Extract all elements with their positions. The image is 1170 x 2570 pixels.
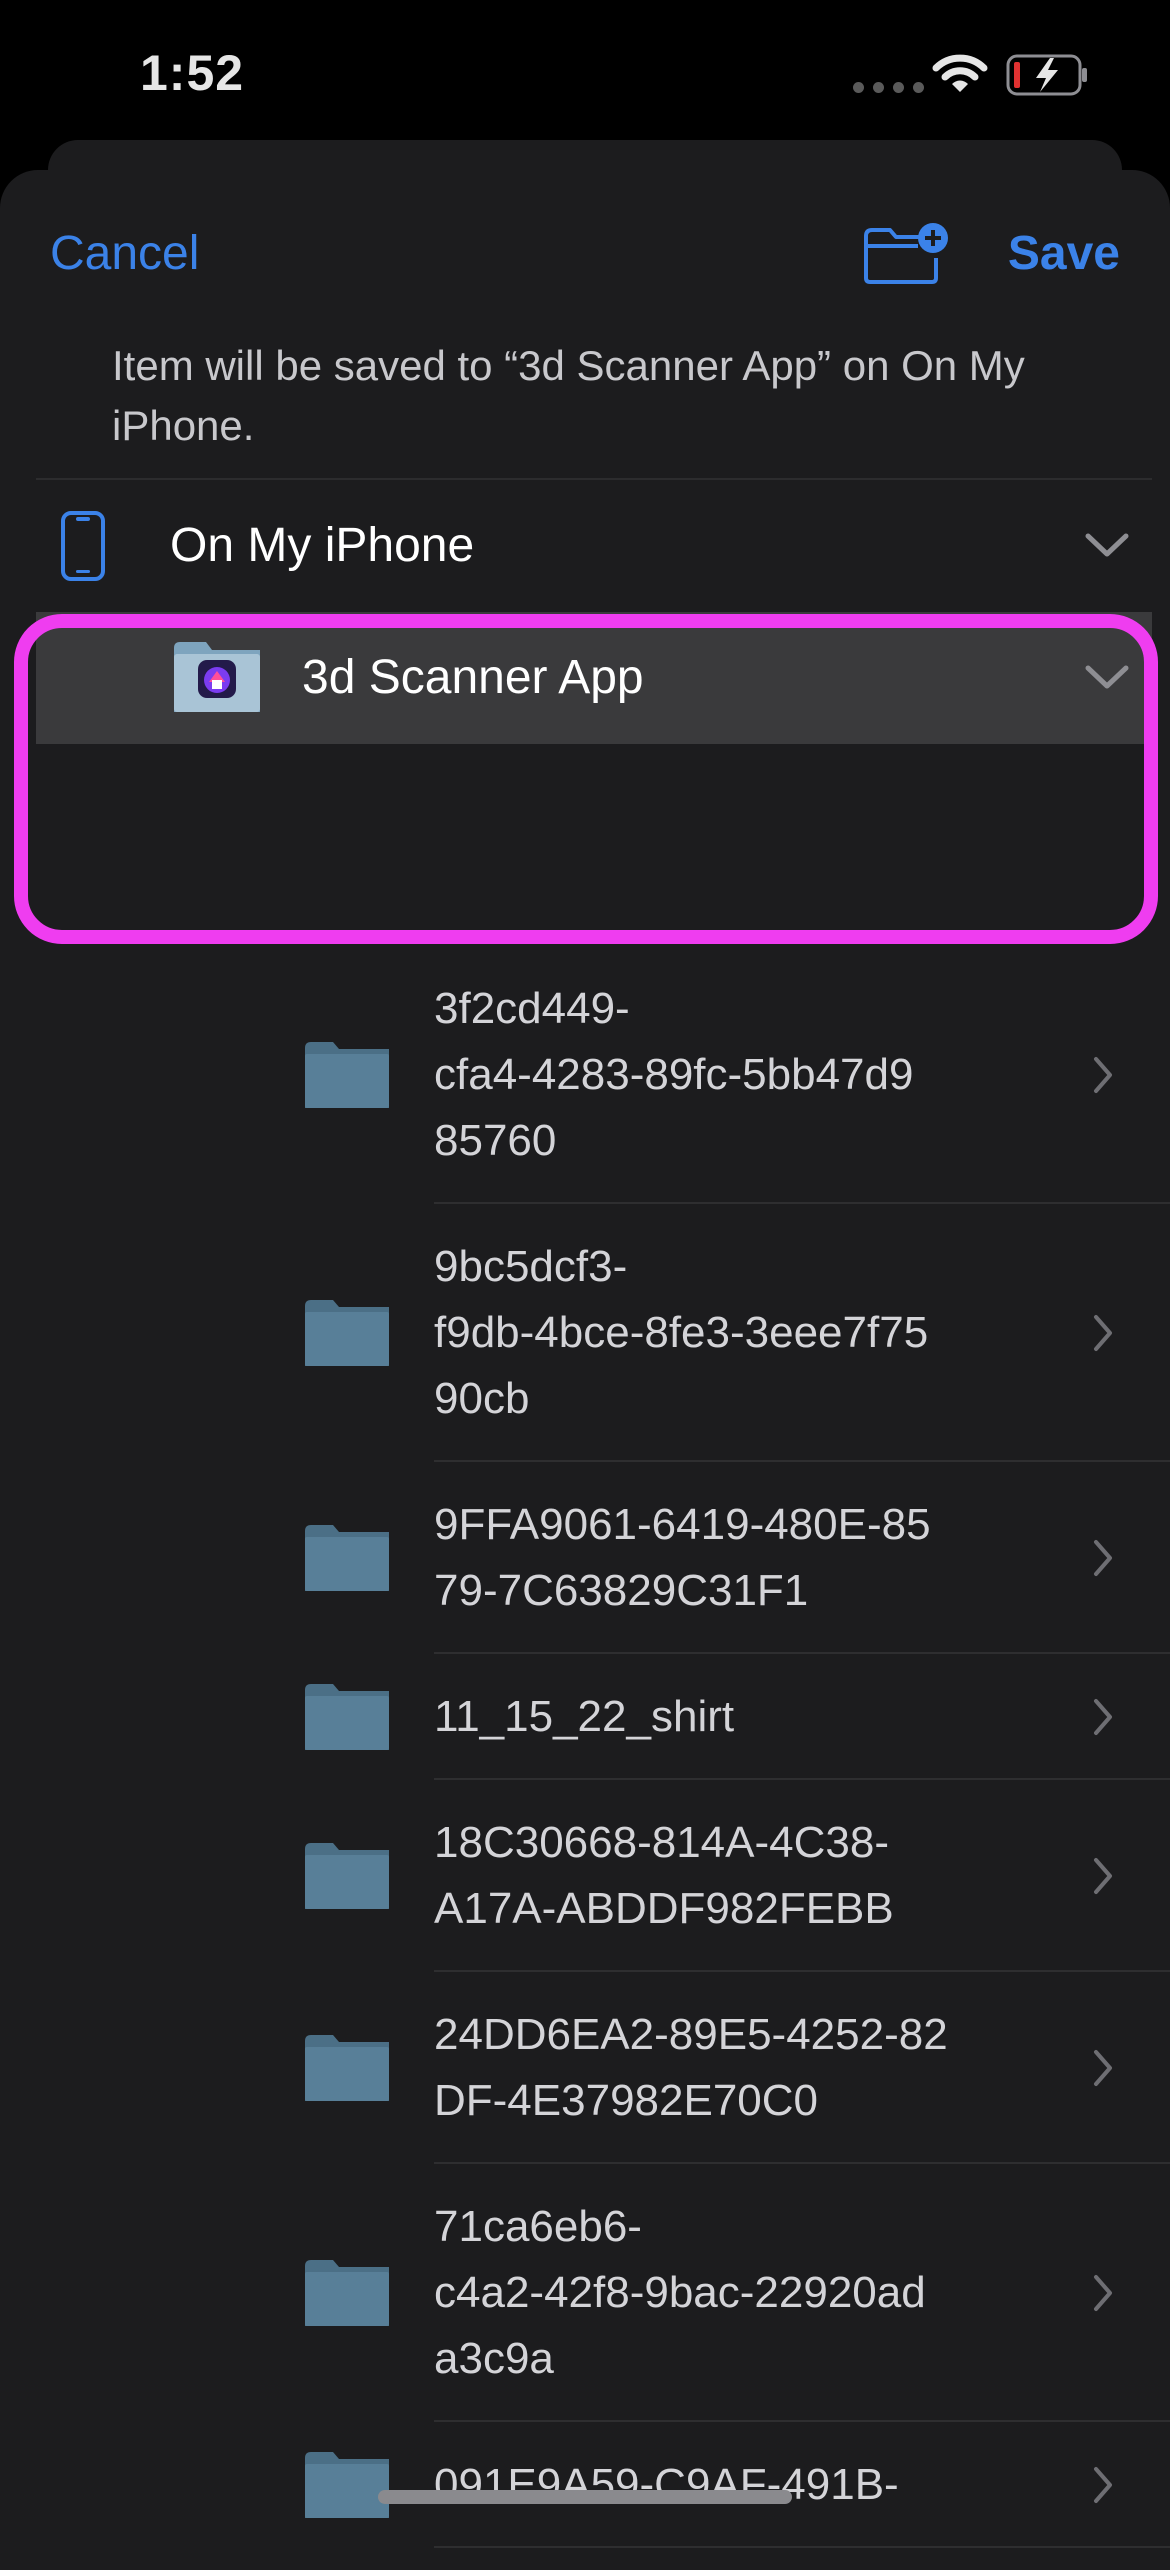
wifi-icon [932, 54, 988, 92]
folder-name: 9bc5dcf3- f9db-4bce-8fe3-3eee7f75 90cb [434, 1234, 1064, 1432]
folder-name-line: 11_15_22_shirt [434, 1692, 735, 1741]
folder-name: 18C30668-814A-4C38- A17A-ABDDF982FEBB [434, 1810, 1064, 1942]
folder-name-line: 3f2cd449- [434, 984, 630, 1033]
location-on-my-iphone[interactable]: On My iPhone [36, 478, 1152, 612]
folder-name: 091E9A59-C9AF-491B- [434, 2452, 1064, 2518]
chevron-right-icon [1092, 2465, 1114, 2510]
folder-name-line: 9bc5dcf3- [434, 1242, 628, 1291]
folder-name-line: 18C30668-814A-4C38- [434, 1818, 889, 1867]
battery-charging-icon [1006, 54, 1087, 96]
location-label-app: 3d Scanner App [302, 651, 644, 704]
row-divider [434, 2546, 1170, 2548]
folder-name-line: A17A-ABDDF982FEBB [434, 1884, 894, 1933]
nav-bar: Cancel Save [0, 170, 1170, 340]
folder-icon [303, 1841, 391, 1916]
folder-row[interactable]: 091E9A59-C9AF-491B- [0, 2422, 1170, 2548]
folder-name-line: 24DD6EA2-89E5-4252-82 [434, 2010, 948, 2059]
folder-name: 24DD6EA2-89E5-4252-82 DF-4E37982E70C0 [434, 2002, 1064, 2134]
cellular-signal-icon [853, 82, 924, 93]
folder-row[interactable]: 24DD6EA2-89E5-4252-82 DF-4E37982E70C0 [0, 1972, 1170, 2164]
chevron-right-icon [1092, 1313, 1114, 1358]
folder-icon [303, 1298, 391, 1373]
folder-name: 71ca6eb6- c4a2-42f8-9bac-22920ad a3c9a [434, 2194, 1064, 2392]
folder-name-line: 90cb [434, 1374, 530, 1423]
folder-name-line: 9FFA9061-6419-480E-85 [434, 1500, 931, 1549]
location-selector: On My iPhone 3d Scanner App [36, 478, 1152, 744]
folder-row[interactable]: 18C30668-814A-4C38- A17A-ABDDF982FEBB [0, 1780, 1170, 1972]
status-bar: 1:52 [0, 0, 1170, 150]
folder-name-line: c4a2-42f8-9bac-22920ad [434, 2268, 926, 2317]
save-destination-info: Item will be saved to “3d Scanner App” o… [112, 342, 1025, 449]
status-time: 1:52 [140, 45, 245, 101]
chevron-right-icon [1092, 2273, 1114, 2318]
folder-icon [303, 1040, 391, 1115]
folder-name-line: 71ca6eb6- [434, 2202, 642, 2251]
folder-icon [303, 2258, 391, 2333]
folder-row[interactable]: 11_15_22_shirt [0, 1654, 1170, 1780]
home-indicator[interactable] [378, 2490, 792, 2504]
folder-name-line: 091E9A59-C9AF-491B- [434, 2460, 899, 2509]
save-button[interactable]: Save [1008, 226, 1120, 281]
folder-name-line: 79-7C63829C31F1 [434, 1566, 809, 1615]
chevron-right-icon [1092, 1538, 1114, 1583]
location-3d-scanner-app[interactable]: 3d Scanner App [36, 612, 1152, 744]
folder-name-line: 85760 [434, 1116, 557, 1165]
folder-name: 3f2cd449- cfa4-4283-89fc-5bb47d9 85760 [434, 976, 1064, 1174]
folder-list: 3f2cd449- cfa4-4283-89fc-5bb47d9 85760 9bc5… [0, 946, 1170, 2548]
folder-icon [303, 2033, 391, 2108]
chevron-right-icon [1092, 1697, 1114, 1742]
chevron-right-icon [1092, 1856, 1114, 1901]
chevron-down-icon[interactable] [1084, 530, 1130, 560]
cancel-button[interactable]: Cancel [50, 226, 199, 281]
location-label-device: On My iPhone [170, 519, 475, 572]
folder-icon [303, 1523, 391, 1598]
folder-name: 9FFA9061-6419-480E-85 79-7C63829C31F1 [434, 1492, 1064, 1624]
new-folder-icon[interactable] [862, 222, 952, 286]
folder-row[interactable]: 9bc5dcf3- f9db-4bce-8fe3-3eee7f75 90cb [0, 1204, 1170, 1462]
folder-row[interactable]: 71ca6eb6- c4a2-42f8-9bac-22920ad a3c9a [0, 2164, 1170, 2422]
folder-icon [303, 2450, 391, 2525]
chevron-right-icon [1092, 1055, 1114, 1100]
folder-name: 11_15_22_shirt [434, 1684, 1064, 1750]
folder-icon [303, 1682, 391, 1757]
folder-name-line: a3c9a [434, 2334, 554, 2383]
folder-name-line: cfa4-4283-89fc-5bb47d9 [434, 1050, 914, 1099]
folder-row[interactable]: 3f2cd449- cfa4-4283-89fc-5bb47d9 85760 [0, 946, 1170, 1204]
iphone-icon [61, 511, 105, 581]
folder-name-line: f9db-4bce-8fe3-3eee7f75 [434, 1308, 929, 1357]
chevron-down-icon[interactable] [1084, 662, 1130, 692]
folder-row[interactable]: 9FFA9061-6419-480E-85 79-7C63829C31F1 [0, 1462, 1170, 1654]
app-folder-icon [174, 642, 260, 712]
folder-name-line: DF-4E37982E70C0 [434, 2076, 819, 2125]
chevron-right-icon [1092, 2048, 1114, 2093]
